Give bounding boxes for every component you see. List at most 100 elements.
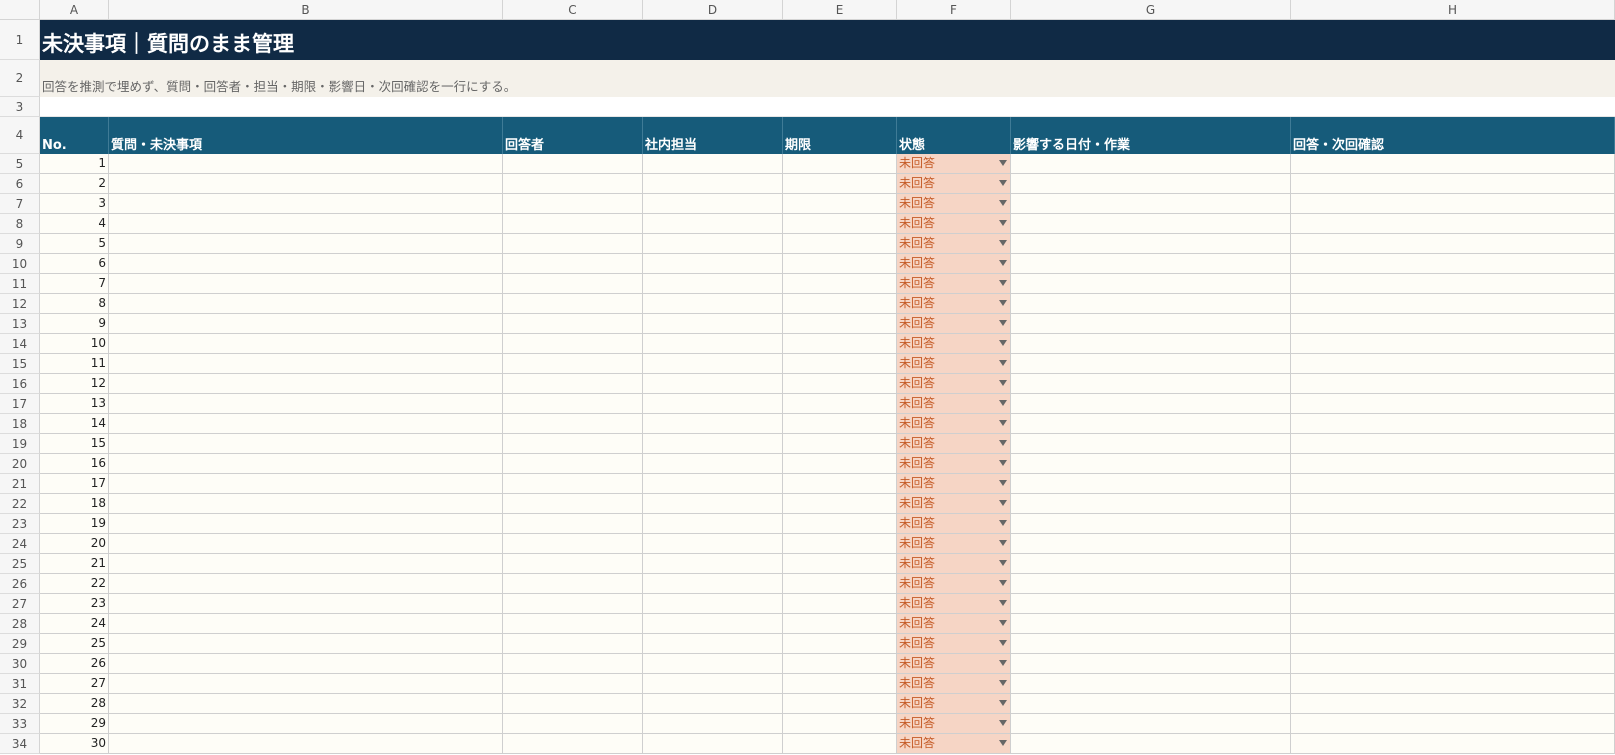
status-dropdown[interactable]: 未回答 <box>897 394 1011 414</box>
table-cell[interactable] <box>643 714 783 734</box>
table-cell[interactable] <box>783 674 897 694</box>
table-cell[interactable] <box>783 534 897 554</box>
no-cell[interactable]: 18 <box>40 494 109 514</box>
table-cell[interactable] <box>643 454 783 474</box>
row-header-19[interactable]: 19 <box>0 434 40 454</box>
status-dropdown[interactable]: 未回答 <box>897 294 1011 314</box>
table-cell[interactable] <box>109 534 503 554</box>
no-cell[interactable]: 27 <box>40 674 109 694</box>
table-cell[interactable] <box>643 294 783 314</box>
table-cell[interactable] <box>1291 614 1615 634</box>
status-dropdown[interactable]: 未回答 <box>897 654 1011 674</box>
chevron-down-icon[interactable] <box>999 720 1007 726</box>
table-cell[interactable] <box>1011 234 1291 254</box>
table-cell[interactable] <box>109 154 503 174</box>
table-cell[interactable] <box>503 434 643 454</box>
table-cell[interactable] <box>1291 534 1615 554</box>
table-cell[interactable] <box>1291 434 1615 454</box>
table-cell[interactable] <box>109 714 503 734</box>
table-cell[interactable] <box>783 314 897 334</box>
status-dropdown[interactable]: 未回答 <box>897 614 1011 634</box>
table-cell[interactable] <box>643 394 783 414</box>
no-cell[interactable]: 1 <box>40 154 109 174</box>
row-header-22[interactable]: 22 <box>0 494 40 514</box>
chevron-down-icon[interactable] <box>999 700 1007 706</box>
table-cell[interactable] <box>1291 334 1615 354</box>
table-cell[interactable] <box>1011 454 1291 474</box>
table-cell[interactable] <box>1291 674 1615 694</box>
chevron-down-icon[interactable] <box>999 380 1007 386</box>
table-cell[interactable] <box>643 334 783 354</box>
column-header-g[interactable]: G <box>1011 0 1291 20</box>
no-cell[interactable]: 30 <box>40 734 109 754</box>
table-cell[interactable] <box>503 294 643 314</box>
table-cell[interactable] <box>1291 474 1615 494</box>
row-header-9[interactable]: 9 <box>0 234 40 254</box>
table-cell[interactable] <box>783 474 897 494</box>
table-cell[interactable] <box>503 174 643 194</box>
table-cell[interactable] <box>643 314 783 334</box>
table-cell[interactable] <box>109 614 503 634</box>
table-cell[interactable] <box>783 494 897 514</box>
table-cell[interactable] <box>783 234 897 254</box>
row-header-14[interactable]: 14 <box>0 334 40 354</box>
table-cell[interactable] <box>109 414 503 434</box>
table-cell[interactable] <box>503 334 643 354</box>
status-dropdown[interactable]: 未回答 <box>897 354 1011 374</box>
table-cell[interactable] <box>503 154 643 174</box>
table-cell[interactable] <box>643 374 783 394</box>
table-cell[interactable] <box>783 414 897 434</box>
table-cell[interactable] <box>1291 594 1615 614</box>
table-cell[interactable] <box>1011 434 1291 454</box>
table-cell[interactable] <box>1011 554 1291 574</box>
table-cell[interactable] <box>643 674 783 694</box>
table-cell[interactable] <box>503 514 643 534</box>
column-header-b[interactable]: B <box>109 0 503 20</box>
table-cell[interactable] <box>1011 654 1291 674</box>
table-cell[interactable] <box>643 734 783 754</box>
no-cell[interactable]: 8 <box>40 294 109 314</box>
table-cell[interactable] <box>109 394 503 414</box>
table-header-cell[interactable]: 回答・次回確認 <box>1291 117 1615 154</box>
table-cell[interactable] <box>1011 614 1291 634</box>
table-cell[interactable] <box>643 594 783 614</box>
table-cell[interactable] <box>503 674 643 694</box>
table-cell[interactable] <box>1011 694 1291 714</box>
table-cell[interactable] <box>1291 354 1615 374</box>
chevron-down-icon[interactable] <box>999 480 1007 486</box>
status-dropdown[interactable]: 未回答 <box>897 574 1011 594</box>
table-cell[interactable] <box>643 274 783 294</box>
table-cell[interactable] <box>503 734 643 754</box>
table-cell[interactable] <box>1011 354 1291 374</box>
table-cell[interactable] <box>643 514 783 534</box>
table-cell[interactable] <box>503 234 643 254</box>
table-cell[interactable] <box>783 574 897 594</box>
table-cell[interactable] <box>1291 494 1615 514</box>
row-header-16[interactable]: 16 <box>0 374 40 394</box>
table-header-cell[interactable]: No. <box>40 117 109 154</box>
table-cell[interactable] <box>783 514 897 534</box>
select-all-corner[interactable] <box>0 0 40 20</box>
table-cell[interactable] <box>503 254 643 274</box>
chevron-down-icon[interactable] <box>999 560 1007 566</box>
table-cell[interactable] <box>1291 554 1615 574</box>
chevron-down-icon[interactable] <box>999 420 1007 426</box>
table-cell[interactable] <box>1011 194 1291 214</box>
table-cell[interactable] <box>643 434 783 454</box>
no-cell[interactable]: 21 <box>40 554 109 574</box>
table-cell[interactable] <box>109 254 503 274</box>
table-cell[interactable] <box>643 254 783 274</box>
no-cell[interactable]: 13 <box>40 394 109 414</box>
table-cell[interactable] <box>503 374 643 394</box>
chevron-down-icon[interactable] <box>999 340 1007 346</box>
status-dropdown[interactable]: 未回答 <box>897 314 1011 334</box>
table-cell[interactable] <box>503 454 643 474</box>
table-cell[interactable] <box>1291 634 1615 654</box>
table-cell[interactable] <box>503 414 643 434</box>
table-cell[interactable] <box>109 514 503 534</box>
table-cell[interactable] <box>503 694 643 714</box>
row-header-33[interactable]: 33 <box>0 714 40 734</box>
no-cell[interactable]: 3 <box>40 194 109 214</box>
table-cell[interactable] <box>503 474 643 494</box>
table-cell[interactable] <box>1011 674 1291 694</box>
